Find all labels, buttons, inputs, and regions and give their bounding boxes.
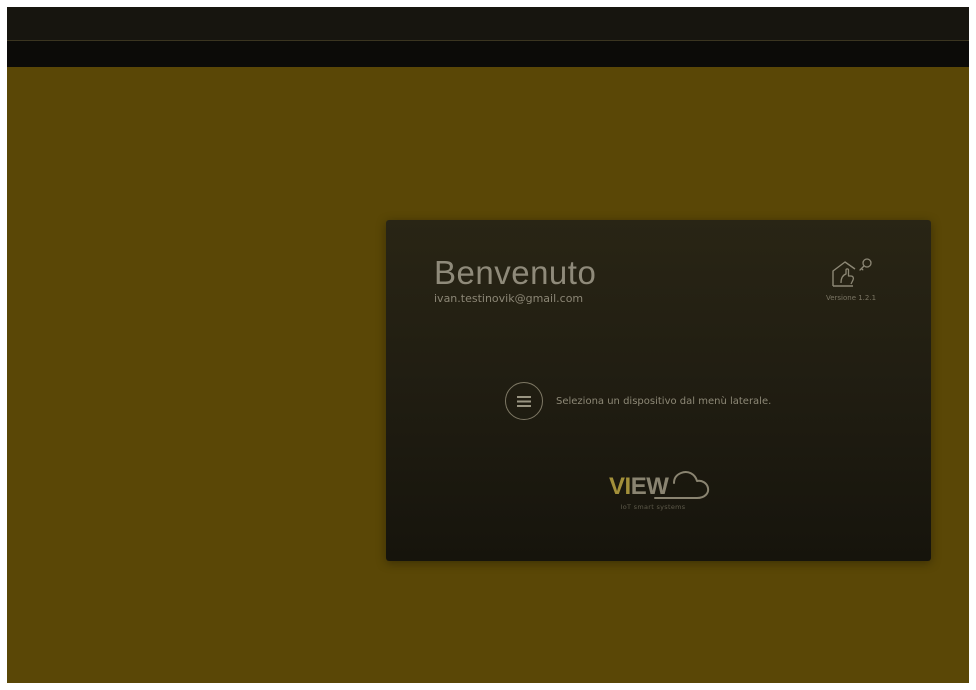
view-logo: VIEW IoT smart systems <box>605 467 715 517</box>
cloud-icon <box>654 471 710 499</box>
logo-tagline: IoT smart systems <box>620 503 686 511</box>
secondary-toolbar <box>7 41 969 67</box>
welcome-title: Benvenuto <box>434 254 597 291</box>
top-app-bar <box>7 7 969 41</box>
menu-hint: Seleziona un dispositivo dal menù latera… <box>505 380 771 422</box>
open-menu-button[interactable] <box>505 382 543 420</box>
welcome-card: Benvenuto ivan.testinovik@gmail.com Vers… <box>386 220 931 561</box>
version-label: Versione 1.2.1 <box>825 294 877 302</box>
smart-home-icon <box>832 258 872 287</box>
hamburger-menu-icon <box>517 395 531 407</box>
user-email: ivan.testinovik@gmail.com <box>434 292 584 305</box>
app-viewport: Benvenuto ivan.testinovik@gmail.com Vers… <box>7 7 969 683</box>
menu-hint-text: Seleziona un dispositivo dal menù latera… <box>556 395 772 407</box>
